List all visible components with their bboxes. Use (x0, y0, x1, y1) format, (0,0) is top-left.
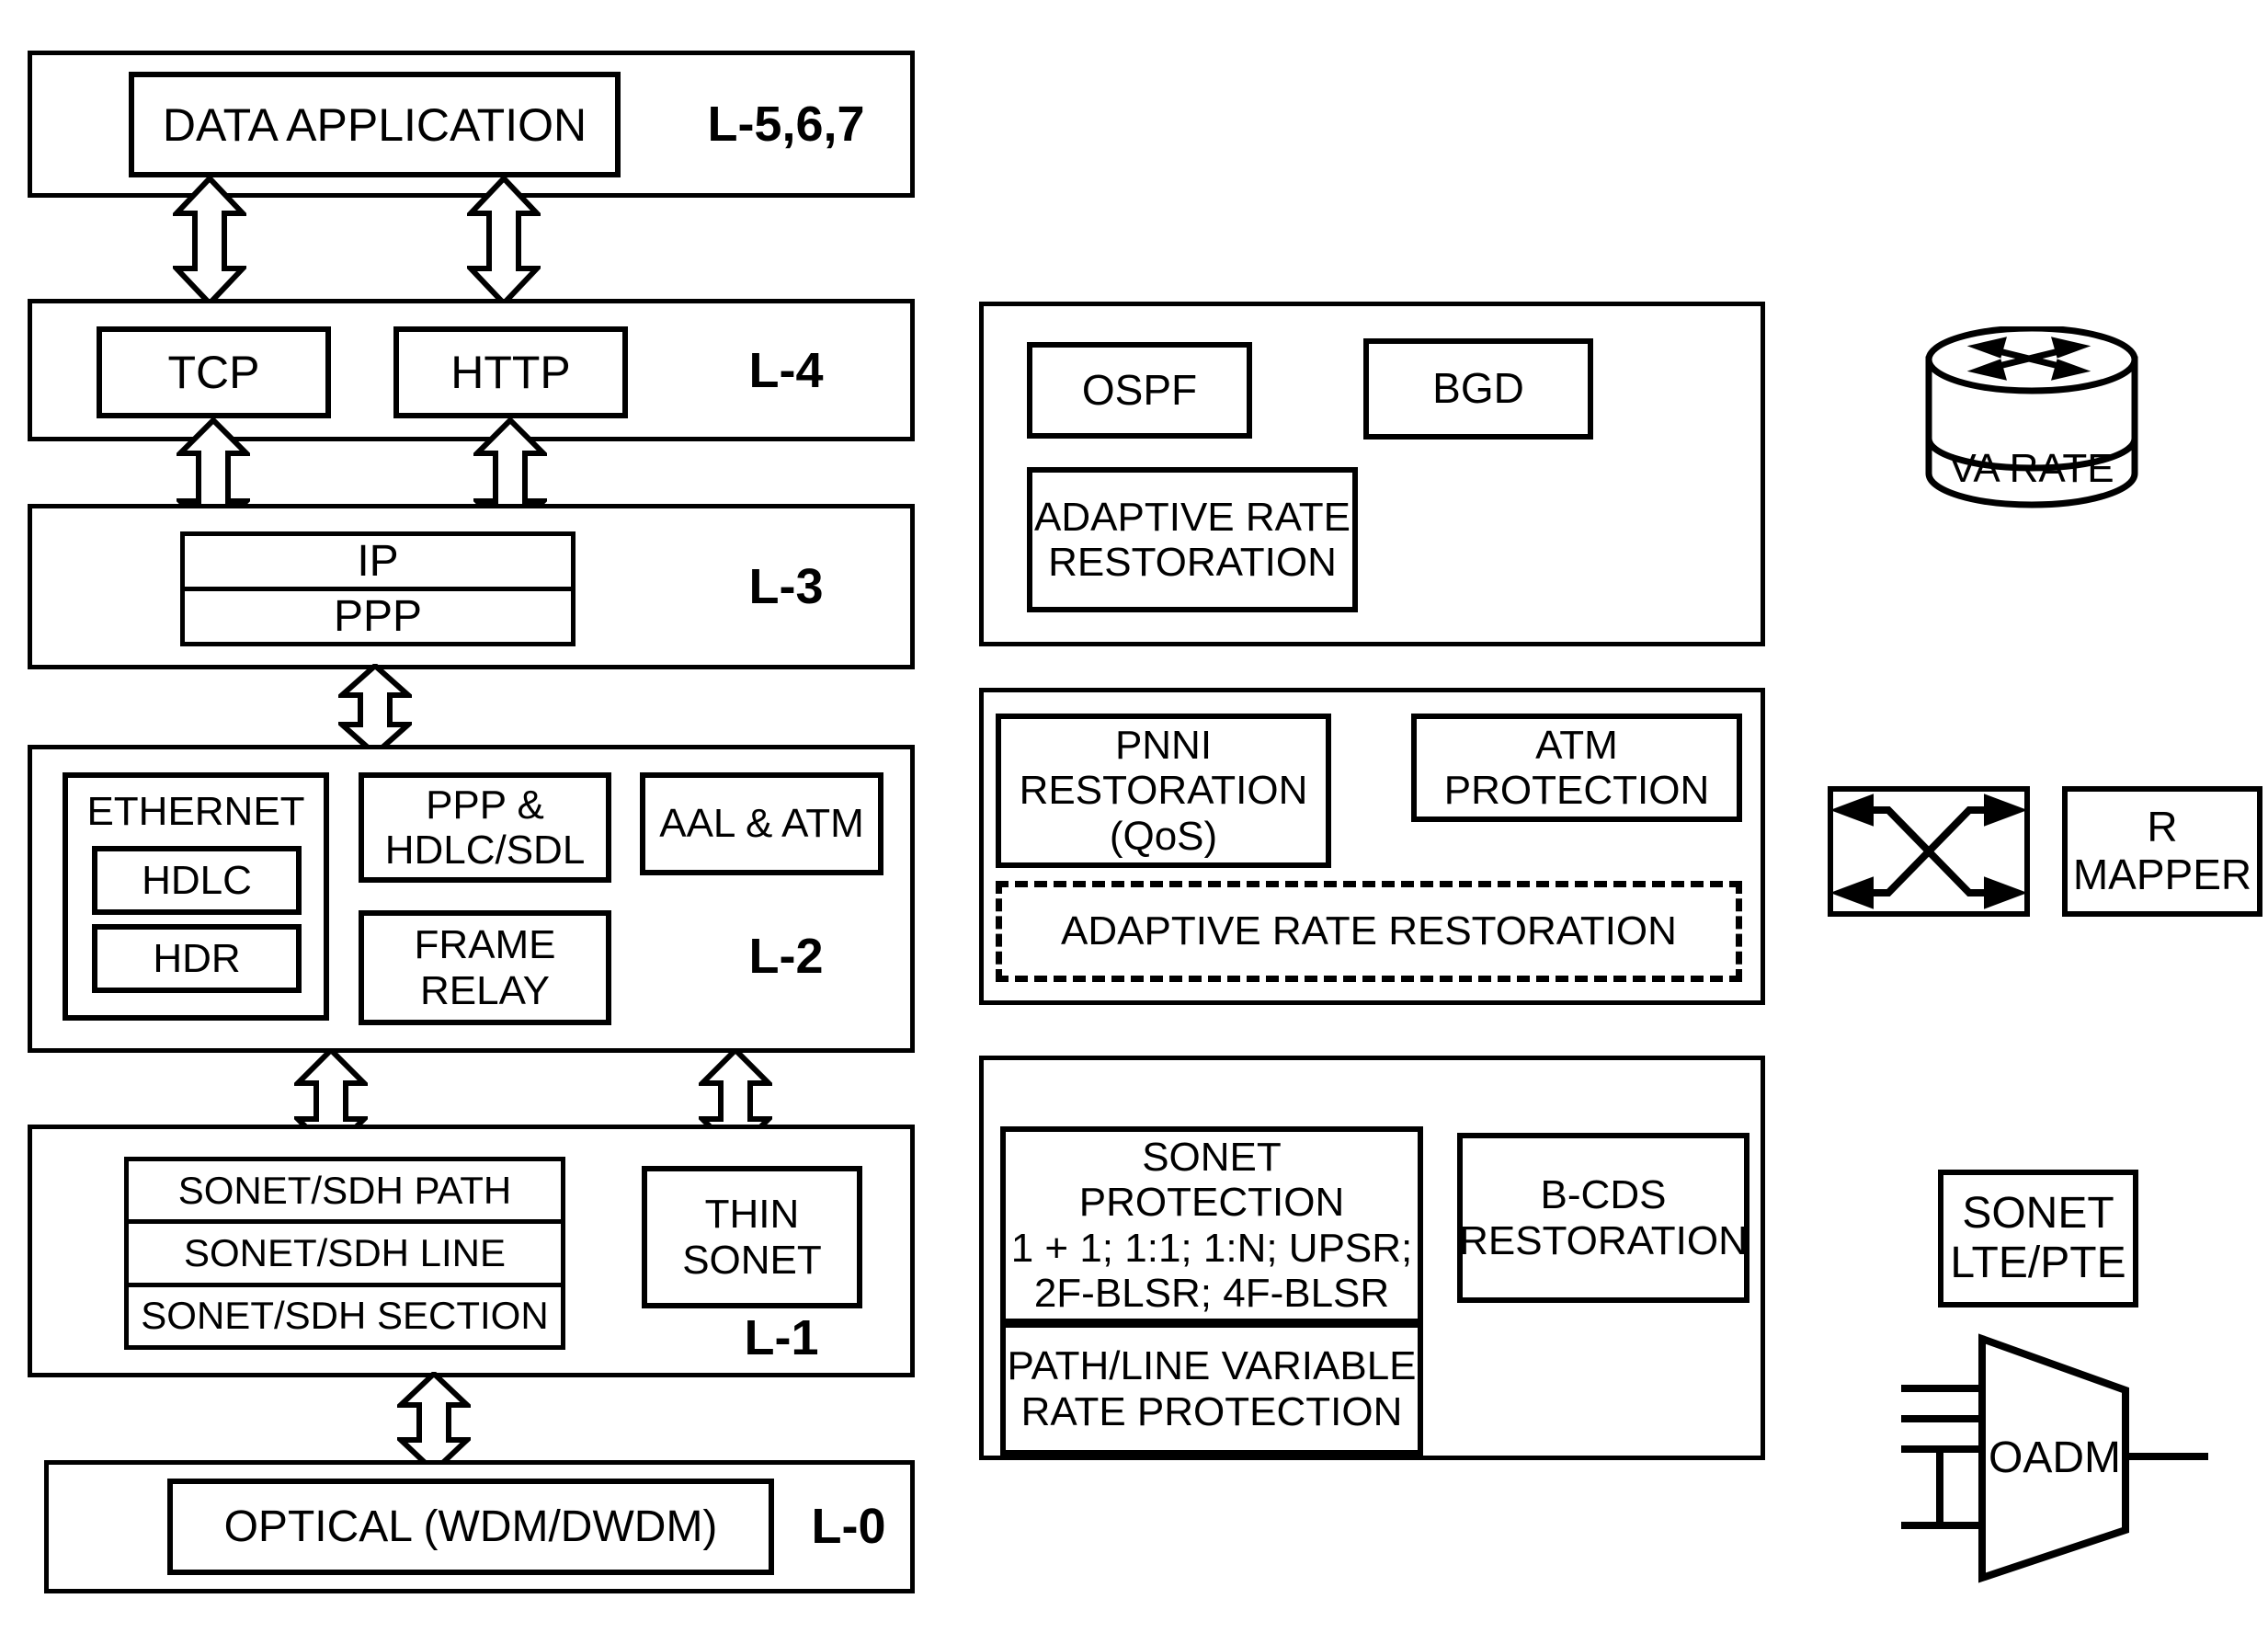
block-sonet-sdh-path[interactable]: SONET/SDH PATH (129, 1161, 561, 1225)
router-label-va-rate: VA RATE (1949, 446, 2114, 491)
cross-connect-icon[interactable] (1828, 786, 2030, 917)
block-hdlc[interactable]: HDLC (92, 846, 302, 915)
layer-label-l567: L-5,6,7 (707, 97, 865, 152)
arrow-l3-to-l2 (338, 664, 412, 756)
block-pnni-restoration[interactable]: PNNI RESTORATION (QoS) (996, 714, 1331, 868)
arrow-app-to-tcp (173, 177, 246, 305)
block-ip[interactable]: IP (185, 536, 571, 591)
arrow-l1-to-l0 (397, 1372, 471, 1473)
block-ppp-hdlc-sdl[interactable]: PPP & HDLC/SDL (359, 772, 611, 883)
block-bgd[interactable]: BGD (1363, 338, 1593, 440)
block-r-mapper[interactable]: R MAPPER (2062, 786, 2262, 917)
layer-label-l1: L-1 (744, 1310, 819, 1365)
block-sonet-sdh-line[interactable]: SONET/SDH LINE (129, 1224, 561, 1287)
block-aal-atm[interactable]: AAL & ATM (640, 772, 883, 875)
block-ppp[interactable]: PPP (185, 591, 571, 642)
block-adaptive-rate-restoration-l2[interactable]: ADAPTIVE RATE RESTORATION (996, 881, 1742, 982)
layer-label-l3: L-3 (748, 559, 824, 614)
arrow-app-to-http (467, 177, 541, 305)
block-sonet-lte-pte[interactable]: SONET LTE/PTE (1938, 1170, 2138, 1308)
block-thin-sonet[interactable]: THIN SONET (642, 1166, 862, 1308)
block-atm-protection[interactable]: ATM PROTECTION (1411, 714, 1742, 822)
diagram-canvas: DATA APPLICATION L-5,6,7 TCP HTTP L-4 IP… (0, 0, 2268, 1633)
block-oadm-label: OADM (1989, 1433, 2121, 1482)
block-adaptive-rate-restoration-l3[interactable]: ADAPTIVE RATE RESTORATION (1027, 467, 1358, 612)
block-ospf[interactable]: OSPF (1027, 342, 1252, 439)
block-tcp[interactable]: TCP (97, 326, 331, 418)
layer-label-l4: L-4 (748, 343, 824, 398)
block-frame-relay[interactable]: FRAME RELAY (359, 910, 611, 1025)
block-sonet-sdh-section[interactable]: SONET/SDH SECTION (129, 1287, 561, 1345)
layer-label-l2: L-2 (748, 929, 824, 984)
block-data-application[interactable]: DATA APPLICATION (129, 72, 621, 177)
block-path-line-variable-rate-protection[interactable]: PATH/LINE VARIABLE RATE PROTECTION (1000, 1322, 1423, 1456)
block-ip-ppp-stack: IP PPP (180, 531, 576, 646)
block-sonet-protection[interactable]: SONET PROTECTION 1 + 1; 1:1; 1:N; UPSR; … (1000, 1126, 1423, 1324)
block-sonet-sdh-stack: SONET/SDH PATH SONET/SDH LINE SONET/SDH … (124, 1157, 565, 1350)
block-b-cds-restoration[interactable]: B-CDS RESTORATION (1457, 1133, 1749, 1303)
block-http[interactable]: HTTP (393, 326, 628, 418)
block-optical[interactable]: OPTICAL (WDM/DWDM) (167, 1479, 774, 1575)
block-hdr[interactable]: HDR (92, 924, 302, 993)
layer-label-l0: L-0 (811, 1499, 886, 1554)
block-ethernet-label: ETHERNET (86, 789, 305, 834)
